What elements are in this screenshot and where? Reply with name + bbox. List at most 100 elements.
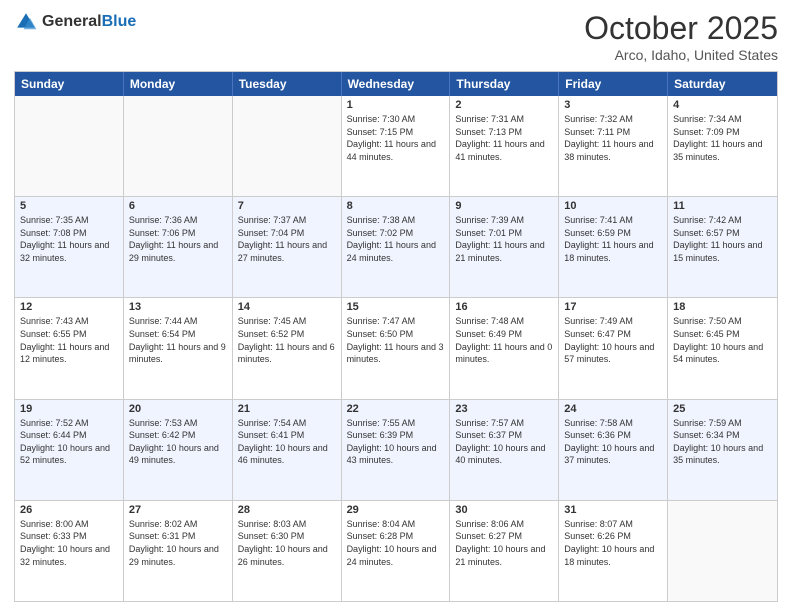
calendar-cell: 28 Sunrise: 8:03 AM Sunset: 6:30 PM Dayli… [233, 501, 342, 601]
cell-info: Sunrise: 7:42 AM Sunset: 6:57 PM Dayligh… [673, 214, 772, 264]
calendar-cell: 31 Sunrise: 8:07 AM Sunset: 6:26 PM Dayli… [559, 501, 668, 601]
weekday-header: Thursday [450, 72, 559, 96]
cell-info: Sunrise: 7:37 AM Sunset: 7:04 PM Dayligh… [238, 214, 336, 264]
calendar-cell: 30Sunrise: 8:06 AM Sunset: 6:27 PM Dayli… [450, 501, 559, 601]
calendar-cell: 18 Sunrise: 7:50 AM Sunset: 6:45 PM Dayli… [668, 298, 777, 398]
weekday-header: Friday [559, 72, 668, 96]
day-number: 6 [129, 200, 227, 212]
cell-info: Sunrise: 7:34 AM Sunset: 7:09 PM Dayligh… [673, 113, 772, 163]
day-number: 7 [238, 200, 336, 212]
day-number: 11 [673, 200, 772, 212]
weekday-header: Wednesday [342, 72, 451, 96]
cell-info: Sunrise: 8:06 AM Sunset: 6:27 PM Dayligh… [455, 518, 553, 568]
calendar-cell [668, 501, 777, 601]
day-number: 14 [238, 301, 336, 313]
day-number: 12 [20, 301, 118, 313]
day-number: 28 [238, 504, 336, 516]
calendar-cell: 4 Sunrise: 7:34 AM Sunset: 7:09 PM Daylig… [668, 96, 777, 196]
calendar-header: SundayMondayTuesdayWednesdayThursdayFrid… [15, 72, 777, 96]
calendar-row: 26 Sunrise: 8:00 AM Sunset: 6:33 PM Dayli… [15, 500, 777, 601]
day-number: 10 [564, 200, 662, 212]
calendar-row: 19 Sunrise: 7:52 AM Sunset: 6:44 PM Dayli… [15, 399, 777, 500]
cell-info: Sunrise: 7:48 AM Sunset: 6:49 PM Dayligh… [455, 315, 553, 365]
cell-info: Sunrise: 7:44 AM Sunset: 6:54 PM Dayligh… [129, 315, 227, 365]
calendar-body: 1 Sunrise: 7:30 AM Sunset: 7:15 PM Daylig… [15, 96, 777, 601]
calendar-cell: 27Sunrise: 8:02 AM Sunset: 6:31 PM Dayli… [124, 501, 233, 601]
day-number: 24 [564, 403, 662, 415]
cell-info: Sunrise: 7:36 AM Sunset: 7:06 PM Dayligh… [129, 214, 227, 264]
cell-info: Sunrise: 8:00 AM Sunset: 6:33 PM Dayligh… [20, 518, 118, 568]
cell-info: Sunrise: 7:35 AM Sunset: 7:08 PM Dayligh… [20, 214, 118, 264]
day-number: 15 [347, 301, 445, 313]
cell-info: Sunrise: 8:07 AM Sunset: 6:26 PM Dayligh… [564, 518, 662, 568]
weekday-header: Tuesday [233, 72, 342, 96]
cell-info: Sunrise: 7:30 AM Sunset: 7:15 PM Dayligh… [347, 113, 445, 163]
location: Arco, Idaho, United States [584, 47, 778, 63]
cell-info: Sunrise: 8:03 AM Sunset: 6:30 PM Dayligh… [238, 518, 336, 568]
day-number: 5 [20, 200, 118, 212]
day-number: 9 [455, 200, 553, 212]
day-number: 1 [347, 99, 445, 111]
day-number: 18 [673, 301, 772, 313]
calendar-cell: 23Sunrise: 7:57 AM Sunset: 6:37 PM Dayli… [450, 400, 559, 500]
calendar-cell: 12 Sunrise: 7:43 AM Sunset: 6:55 PM Dayli… [15, 298, 124, 398]
calendar-cell: 20 Sunrise: 7:53 AM Sunset: 6:42 PM Dayli… [124, 400, 233, 500]
weekday-header: Saturday [668, 72, 777, 96]
logo-icon [14, 10, 38, 34]
day-number: 29 [347, 504, 445, 516]
cell-info: Sunrise: 7:52 AM Sunset: 6:44 PM Dayligh… [20, 417, 118, 467]
calendar-cell: 1 Sunrise: 7:30 AM Sunset: 7:15 PM Daylig… [342, 96, 451, 196]
day-number: 19 [20, 403, 118, 415]
day-number: 25 [673, 403, 772, 415]
day-number: 20 [129, 403, 227, 415]
calendar-row: 5 Sunrise: 7:35 AM Sunset: 7:08 PM Daylig… [15, 196, 777, 297]
calendar-cell: 10 Sunrise: 7:41 AM Sunset: 6:59 PM Dayli… [559, 197, 668, 297]
day-number: 8 [347, 200, 445, 212]
calendar-cell: 25 Sunrise: 7:59 AM Sunset: 6:34 PM Dayli… [668, 400, 777, 500]
calendar-cell: 24 Sunrise: 7:58 AM Sunset: 6:36 PM Dayli… [559, 400, 668, 500]
calendar-row: 1 Sunrise: 7:30 AM Sunset: 7:15 PM Daylig… [15, 96, 777, 196]
day-number: 3 [564, 99, 662, 111]
day-number: 16 [455, 301, 553, 313]
calendar-cell: 19 Sunrise: 7:52 AM Sunset: 6:44 PM Dayli… [15, 400, 124, 500]
cell-info: Sunrise: 7:49 AM Sunset: 6:47 PM Dayligh… [564, 315, 662, 365]
cell-info: Sunrise: 7:59 AM Sunset: 6:34 PM Dayligh… [673, 417, 772, 467]
calendar-cell: 17 Sunrise: 7:49 AM Sunset: 6:47 PM Dayli… [559, 298, 668, 398]
cell-info: Sunrise: 7:32 AM Sunset: 7:11 PM Dayligh… [564, 113, 662, 163]
calendar-cell: 16 Sunrise: 7:48 AM Sunset: 6:49 PM Dayli… [450, 298, 559, 398]
day-number: 21 [238, 403, 336, 415]
calendar-cell: 14 Sunrise: 7:45 AM Sunset: 6:52 PM Dayli… [233, 298, 342, 398]
day-number: 31 [564, 504, 662, 516]
calendar-row: 12 Sunrise: 7:43 AM Sunset: 6:55 PM Dayli… [15, 297, 777, 398]
cell-info: Sunrise: 7:55 AM Sunset: 6:39 PM Dayligh… [347, 417, 445, 467]
title-block: October 2025 Arco, Idaho, United States [584, 10, 778, 63]
cell-info: Sunrise: 7:39 AM Sunset: 7:01 PM Dayligh… [455, 214, 553, 264]
cell-info: Sunrise: 7:54 AM Sunset: 6:41 PM Dayligh… [238, 417, 336, 467]
logo: GeneralBlue [14, 10, 136, 34]
cell-info: Sunrise: 7:38 AM Sunset: 7:02 PM Dayligh… [347, 214, 445, 264]
calendar-cell [15, 96, 124, 196]
cell-info: Sunrise: 7:43 AM Sunset: 6:55 PM Dayligh… [20, 315, 118, 365]
cell-info: Sunrise: 8:02 AM Sunset: 6:31 PM Dayligh… [129, 518, 227, 568]
calendar-cell: 7 Sunrise: 7:37 AM Sunset: 7:04 PM Daylig… [233, 197, 342, 297]
cell-info: Sunrise: 7:58 AM Sunset: 6:36 PM Dayligh… [564, 417, 662, 467]
calendar-cell: 22Sunrise: 7:55 AM Sunset: 6:39 PM Dayli… [342, 400, 451, 500]
day-number: 26 [20, 504, 118, 516]
calendar-cell [124, 96, 233, 196]
cell-info: Sunrise: 7:31 AM Sunset: 7:13 PM Dayligh… [455, 113, 553, 163]
calendar-cell: 3 Sunrise: 7:32 AM Sunset: 7:11 PM Daylig… [559, 96, 668, 196]
calendar-cell: 13Sunrise: 7:44 AM Sunset: 6:54 PM Dayli… [124, 298, 233, 398]
weekday-header: Sunday [15, 72, 124, 96]
calendar-cell: 11 Sunrise: 7:42 AM Sunset: 6:57 PM Dayli… [668, 197, 777, 297]
cell-info: Sunrise: 7:50 AM Sunset: 6:45 PM Dayligh… [673, 315, 772, 365]
day-number: 4 [673, 99, 772, 111]
cell-info: Sunrise: 7:53 AM Sunset: 6:42 PM Dayligh… [129, 417, 227, 467]
cell-info: Sunrise: 7:47 AM Sunset: 6:50 PM Dayligh… [347, 315, 445, 365]
day-number: 17 [564, 301, 662, 313]
calendar-cell: 15 Sunrise: 7:47 AM Sunset: 6:50 PM Dayli… [342, 298, 451, 398]
cell-info: Sunrise: 7:45 AM Sunset: 6:52 PM Dayligh… [238, 315, 336, 365]
calendar-cell: 8 Sunrise: 7:38 AM Sunset: 7:02 PM Daylig… [342, 197, 451, 297]
cell-info: Sunrise: 7:41 AM Sunset: 6:59 PM Dayligh… [564, 214, 662, 264]
day-number: 2 [455, 99, 553, 111]
calendar-cell: 6 Sunrise: 7:36 AM Sunset: 7:06 PM Daylig… [124, 197, 233, 297]
